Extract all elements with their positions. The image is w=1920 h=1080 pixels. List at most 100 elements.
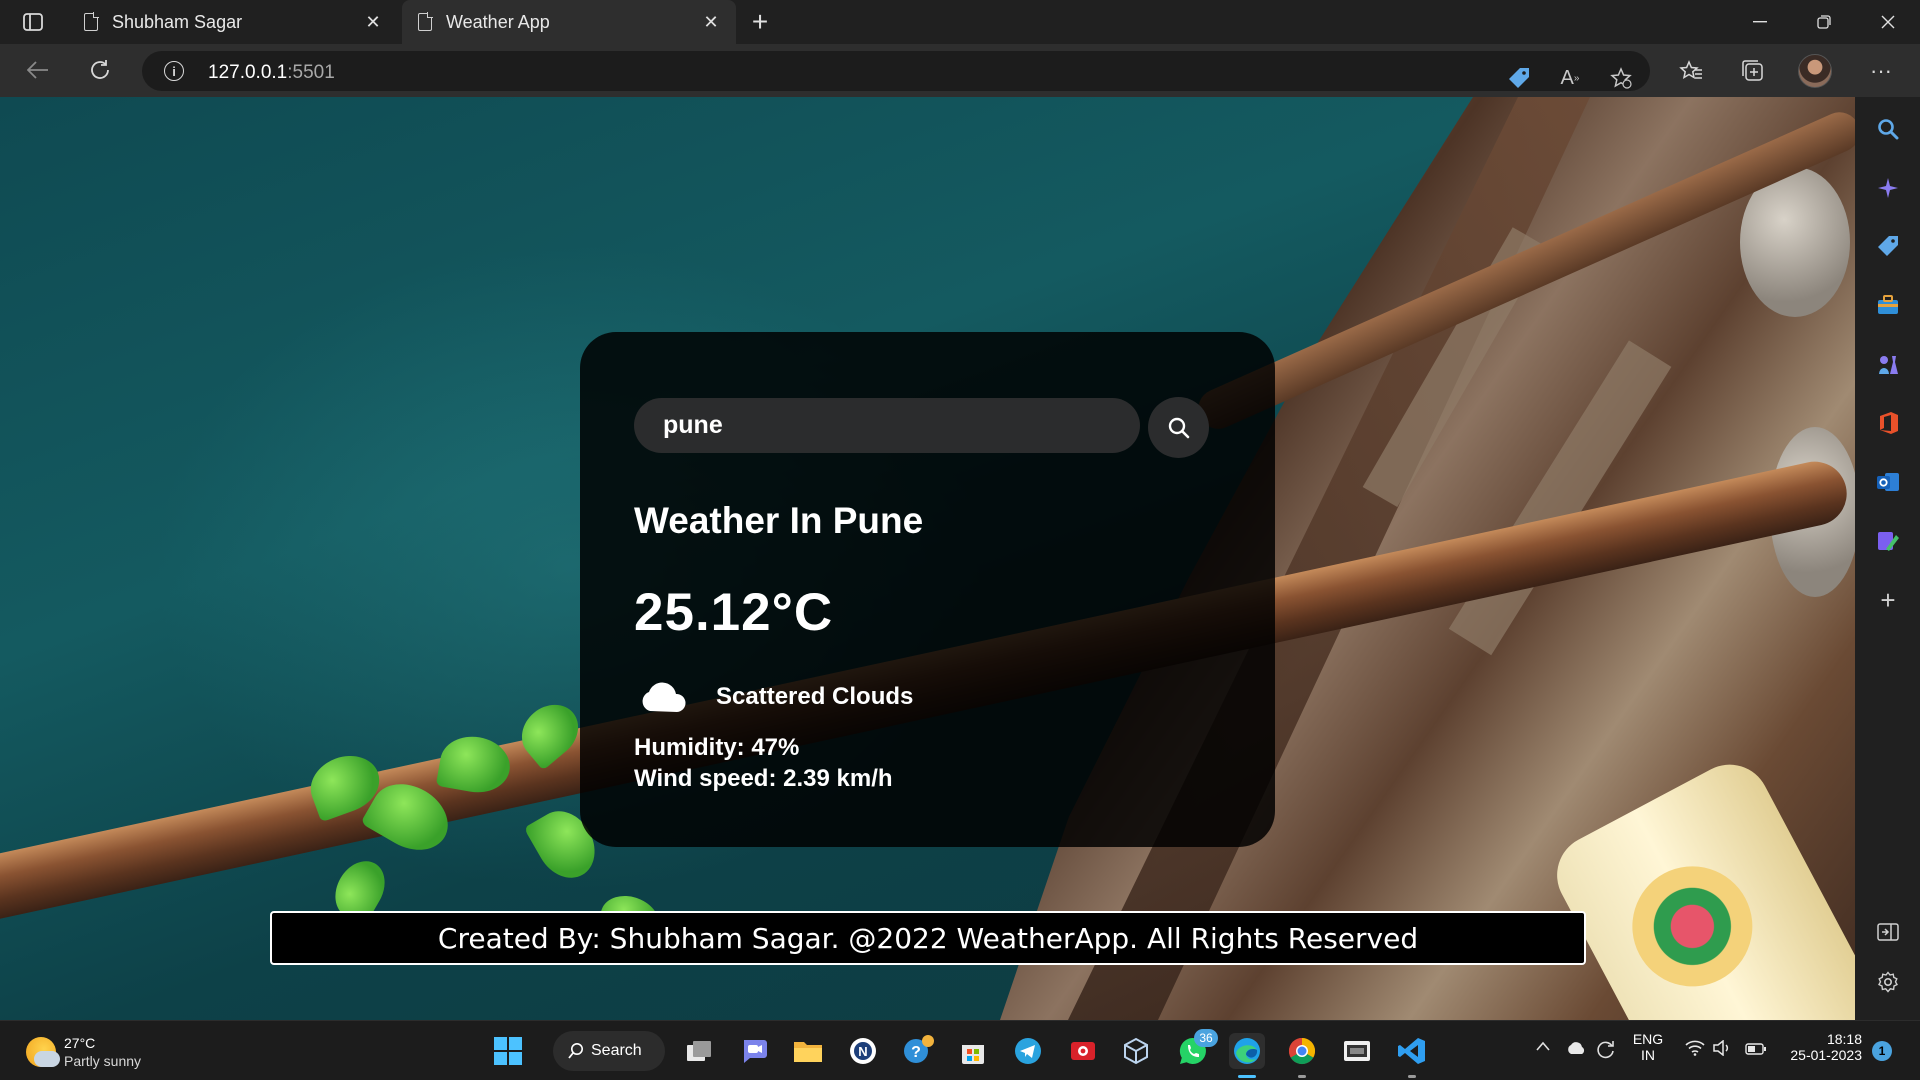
page-icon: [418, 12, 433, 31]
page-footer: Created By: Shubham Sagar. @2022 Weather…: [270, 911, 1586, 965]
clock[interactable]: 18:18 25-01-2023: [1780, 1031, 1862, 1063]
tab-weather-app[interactable]: Weather App ✕: [402, 0, 736, 44]
close-window-button[interactable]: [1858, 0, 1918, 44]
favorites-icon[interactable]: [1674, 54, 1708, 88]
taskbar-search-button[interactable]: Search: [553, 1031, 665, 1071]
volume-icon[interactable]: [1712, 1039, 1732, 1061]
restore-icon: [1817, 15, 1831, 29]
weather-card: Weather In Pune 25.12°C Scattered Clouds…: [580, 332, 1275, 847]
more-options-icon[interactable]: ···: [1864, 54, 1898, 88]
wind-speed-text: Wind speed: 2.39 km/h: [634, 765, 893, 792]
minimize-icon: [1753, 21, 1767, 23]
partly-sunny-icon: [26, 1037, 60, 1067]
taskbar-weather-temp: 27°C: [64, 1035, 96, 1051]
minimize-button[interactable]: [1730, 0, 1790, 44]
url-host: 127.0.0.1: [208, 62, 288, 83]
cloud-icon: [634, 677, 692, 717]
refresh-button[interactable]: [82, 52, 118, 88]
settings-icon[interactable]: [1873, 967, 1903, 997]
read-aloud-icon[interactable]: A»: [1553, 61, 1587, 95]
svg-text:?: ?: [911, 1044, 921, 1061]
new-tab-button[interactable]: +: [744, 6, 776, 37]
edge-sidebar: +: [1855, 97, 1920, 1020]
page-icon: [84, 12, 99, 31]
split-screen-icon[interactable]: [1873, 917, 1903, 947]
tab-title: Shubham Sagar: [112, 11, 243, 32]
address-bar[interactable]: i 127.0.0.1:5501 A»: [142, 51, 1650, 91]
get-help-icon[interactable]: ?: [900, 1033, 936, 1069]
vscode-icon[interactable]: [1394, 1033, 1430, 1069]
file-explorer-icon[interactable]: [790, 1033, 826, 1069]
telegram-icon[interactable]: [1010, 1033, 1046, 1069]
tab-shubham-sagar[interactable]: Shubham Sagar ✕: [68, 0, 398, 44]
search-button[interactable]: [1148, 397, 1209, 458]
wifi-icon[interactable]: [1685, 1040, 1705, 1061]
media-app-icon[interactable]: [1339, 1033, 1375, 1069]
back-arrow-icon: [27, 61, 48, 79]
shopping-tag-icon[interactable]: [1502, 61, 1536, 95]
clock-date: 25-01-2023: [1790, 1047, 1862, 1063]
chrome-icon[interactable]: [1284, 1033, 1320, 1069]
site-info-icon[interactable]: i: [164, 61, 184, 81]
add-favorite-icon[interactable]: [1604, 61, 1638, 95]
notification-badge[interactable]: 1: [1872, 1041, 1892, 1061]
taskbar-weather-widget[interactable]: 27°C Partly sunny: [26, 1031, 176, 1073]
copilot-icon[interactable]: [1873, 173, 1903, 203]
url-text: 127.0.0.1:5501: [208, 62, 335, 84]
edge-browser-icon[interactable]: [1229, 1033, 1265, 1069]
show-hidden-icons[interactable]: [1535, 1039, 1551, 1057]
office-icon[interactable]: [1873, 408, 1903, 438]
language-code: ENG: [1632, 1031, 1664, 1047]
address-toolbar: i 127.0.0.1:5501 A» ···: [0, 44, 1920, 97]
games-icon[interactable]: [1873, 349, 1903, 379]
task-view-icon[interactable]: [681, 1033, 717, 1069]
taskbar-weather-condition: Partly sunny: [64, 1053, 142, 1069]
virtualbox-icon[interactable]: [1118, 1033, 1154, 1069]
outlook-icon[interactable]: [1873, 467, 1903, 497]
dictionary-app-icon[interactable]: N: [845, 1033, 881, 1069]
search-icon: [1168, 417, 1189, 438]
edge-active-indicator: [1238, 1075, 1256, 1078]
language-indicator[interactable]: ENG IN: [1628, 1031, 1668, 1063]
weather-description: Scattered Clouds: [716, 683, 914, 710]
language-region: IN: [1641, 1047, 1655, 1063]
tab-actions-button[interactable]: [14, 9, 52, 35]
tab-strip: Shubham Sagar ✕ Weather App ✕ +: [0, 0, 1920, 44]
bottle-label-art: [1611, 845, 1774, 1008]
shopping-tag-icon[interactable]: [1873, 231, 1903, 261]
drop-icon[interactable]: [1873, 526, 1903, 556]
url-port: :5501: [287, 62, 335, 83]
tab-title: Weather App: [446, 11, 550, 32]
taskbar-search-label: Search: [591, 1042, 642, 1059]
chrome-running-indicator: [1298, 1075, 1306, 1078]
battery-icon[interactable]: [1745, 1042, 1767, 1060]
vscode-running-indicator: [1408, 1075, 1416, 1078]
collections-icon[interactable]: [1736, 54, 1770, 88]
add-icon[interactable]: +: [1873, 585, 1903, 615]
restore-button[interactable]: [1794, 0, 1854, 44]
whatsapp-unread-badge: 36: [1194, 1029, 1218, 1047]
onedrive-icon[interactable]: [1565, 1041, 1587, 1060]
weather-description-row: Scattered Clouds: [634, 677, 913, 717]
back-button[interactable]: [20, 52, 56, 88]
page-viewport: Weather In Pune 25.12°C Scattered Clouds…: [0, 97, 1855, 1020]
profile-avatar[interactable]: [1798, 54, 1832, 88]
city-heading: Weather In Pune: [634, 500, 924, 541]
temperature-value: 25.12°C: [634, 583, 834, 642]
close-icon: [1881, 15, 1895, 29]
sync-icon[interactable]: [1594, 1038, 1616, 1065]
microsoft-store-icon[interactable]: [955, 1033, 991, 1069]
tools-icon[interactable]: [1873, 290, 1903, 320]
close-tab-icon[interactable]: ✕: [700, 11, 722, 33]
windows-taskbar: 27°C Partly sunny Search N ? 36 ENG IN 1…: [0, 1020, 1920, 1080]
humidity-text: Humidity: 47%: [634, 734, 800, 761]
refresh-icon: [91, 60, 109, 79]
teams-chat-icon[interactable]: [736, 1033, 772, 1069]
city-search-input[interactable]: [634, 398, 1140, 453]
search-icon[interactable]: [1873, 114, 1903, 144]
windows-logo-icon: [494, 1037, 522, 1065]
screen-recorder-icon[interactable]: [1065, 1033, 1101, 1069]
close-tab-icon[interactable]: ✕: [362, 11, 384, 33]
tab-actions-icon: [23, 13, 43, 31]
start-button[interactable]: [490, 1033, 526, 1069]
